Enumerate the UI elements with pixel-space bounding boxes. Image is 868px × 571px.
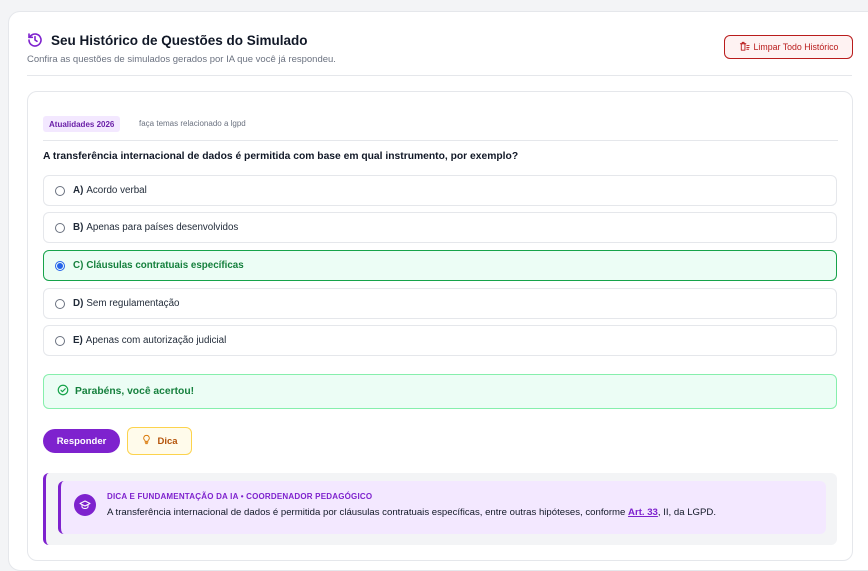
radio-button[interactable] — [55, 185, 65, 196]
hint-button[interactable]: Dica — [127, 427, 192, 455]
option-text: Sem regulamentação — [86, 298, 180, 309]
radio-button-checked[interactable] — [55, 260, 65, 271]
option-a[interactable]: A) Acordo verbal — [43, 175, 837, 206]
ai-hint-card: DICA E FUNDAMENTAÇÃO DA IA • COORDENADOR… — [58, 481, 826, 534]
option-text: Acordo verbal — [86, 185, 147, 196]
history-panel: Seu Histórico de Questões do Simulado Co… — [8, 11, 868, 571]
ai-hint-panel: DICA E FUNDAMENTAÇÃO DA IA • COORDENADOR… — [43, 473, 837, 545]
panel-header: Seu Histórico de Questões do Simulado — [27, 32, 308, 48]
option-e[interactable]: E) Apenas com autorização judicial — [43, 325, 837, 356]
hint-button-label: Dica — [157, 435, 178, 447]
page-title: Seu Histórico de Questões do Simulado — [51, 32, 308, 48]
option-letter: A) — [73, 185, 84, 196]
page-subtitle: Confira as questões de simulados gerados… — [27, 54, 336, 65]
question-text: A transferência internacional de dados é… — [43, 151, 519, 162]
option-letter: D) — [73, 298, 84, 309]
option-b[interactable]: B) Apenas para países desenvolvidos — [43, 212, 837, 243]
category-badge: Atualidades 2026 — [43, 116, 121, 132]
radio-button[interactable] — [55, 298, 65, 309]
option-letter: B) — [73, 222, 84, 233]
radio-button[interactable] — [55, 335, 65, 346]
feedback-text: Parabéns, você acertou! — [75, 386, 195, 397]
card-divider — [43, 140, 838, 141]
option-text: Apenas com autorização judicial — [85, 335, 227, 346]
option-d[interactable]: D) Sem regulamentação — [43, 288, 837, 319]
lightbulb-icon — [141, 434, 152, 448]
hint-body: A transferência internacional de dados é… — [107, 507, 716, 518]
topic-note: faça temas relacionado a lgpd — [139, 119, 246, 128]
trash-icon — [739, 41, 750, 54]
mortarboard-icon — [74, 494, 96, 516]
clear-history-label: Limpar Todo Histórico — [753, 42, 839, 52]
header-divider — [27, 75, 852, 76]
question-card: Atualidades 2026 faça temas relacionado … — [27, 91, 853, 561]
hint-title: DICA E FUNDAMENTAÇÃO DA IA • COORDENADOR… — [107, 492, 373, 501]
option-letter: C) — [73, 260, 84, 271]
option-c[interactable]: C) Cláusulas contratuais específicas — [43, 250, 837, 281]
history-icon — [27, 32, 43, 48]
option-text: Cláusulas contratuais específicas — [86, 260, 244, 271]
check-circle-icon — [57, 384, 69, 399]
law-article-link[interactable]: Art. 33 — [628, 507, 658, 518]
hint-text-after: , II, da LGPD. — [657, 507, 717, 518]
radio-button[interactable] — [55, 222, 65, 233]
clear-history-button[interactable]: Limpar Todo Histórico — [724, 35, 853, 59]
hint-text-before: A transferência internacional de dados é… — [107, 507, 629, 518]
answer-button[interactable]: Responder — [43, 429, 120, 453]
option-letter: E) — [73, 335, 83, 346]
success-feedback: Parabéns, você acertou! — [43, 374, 837, 409]
option-text: Apenas para países desenvolvidos — [86, 222, 239, 233]
